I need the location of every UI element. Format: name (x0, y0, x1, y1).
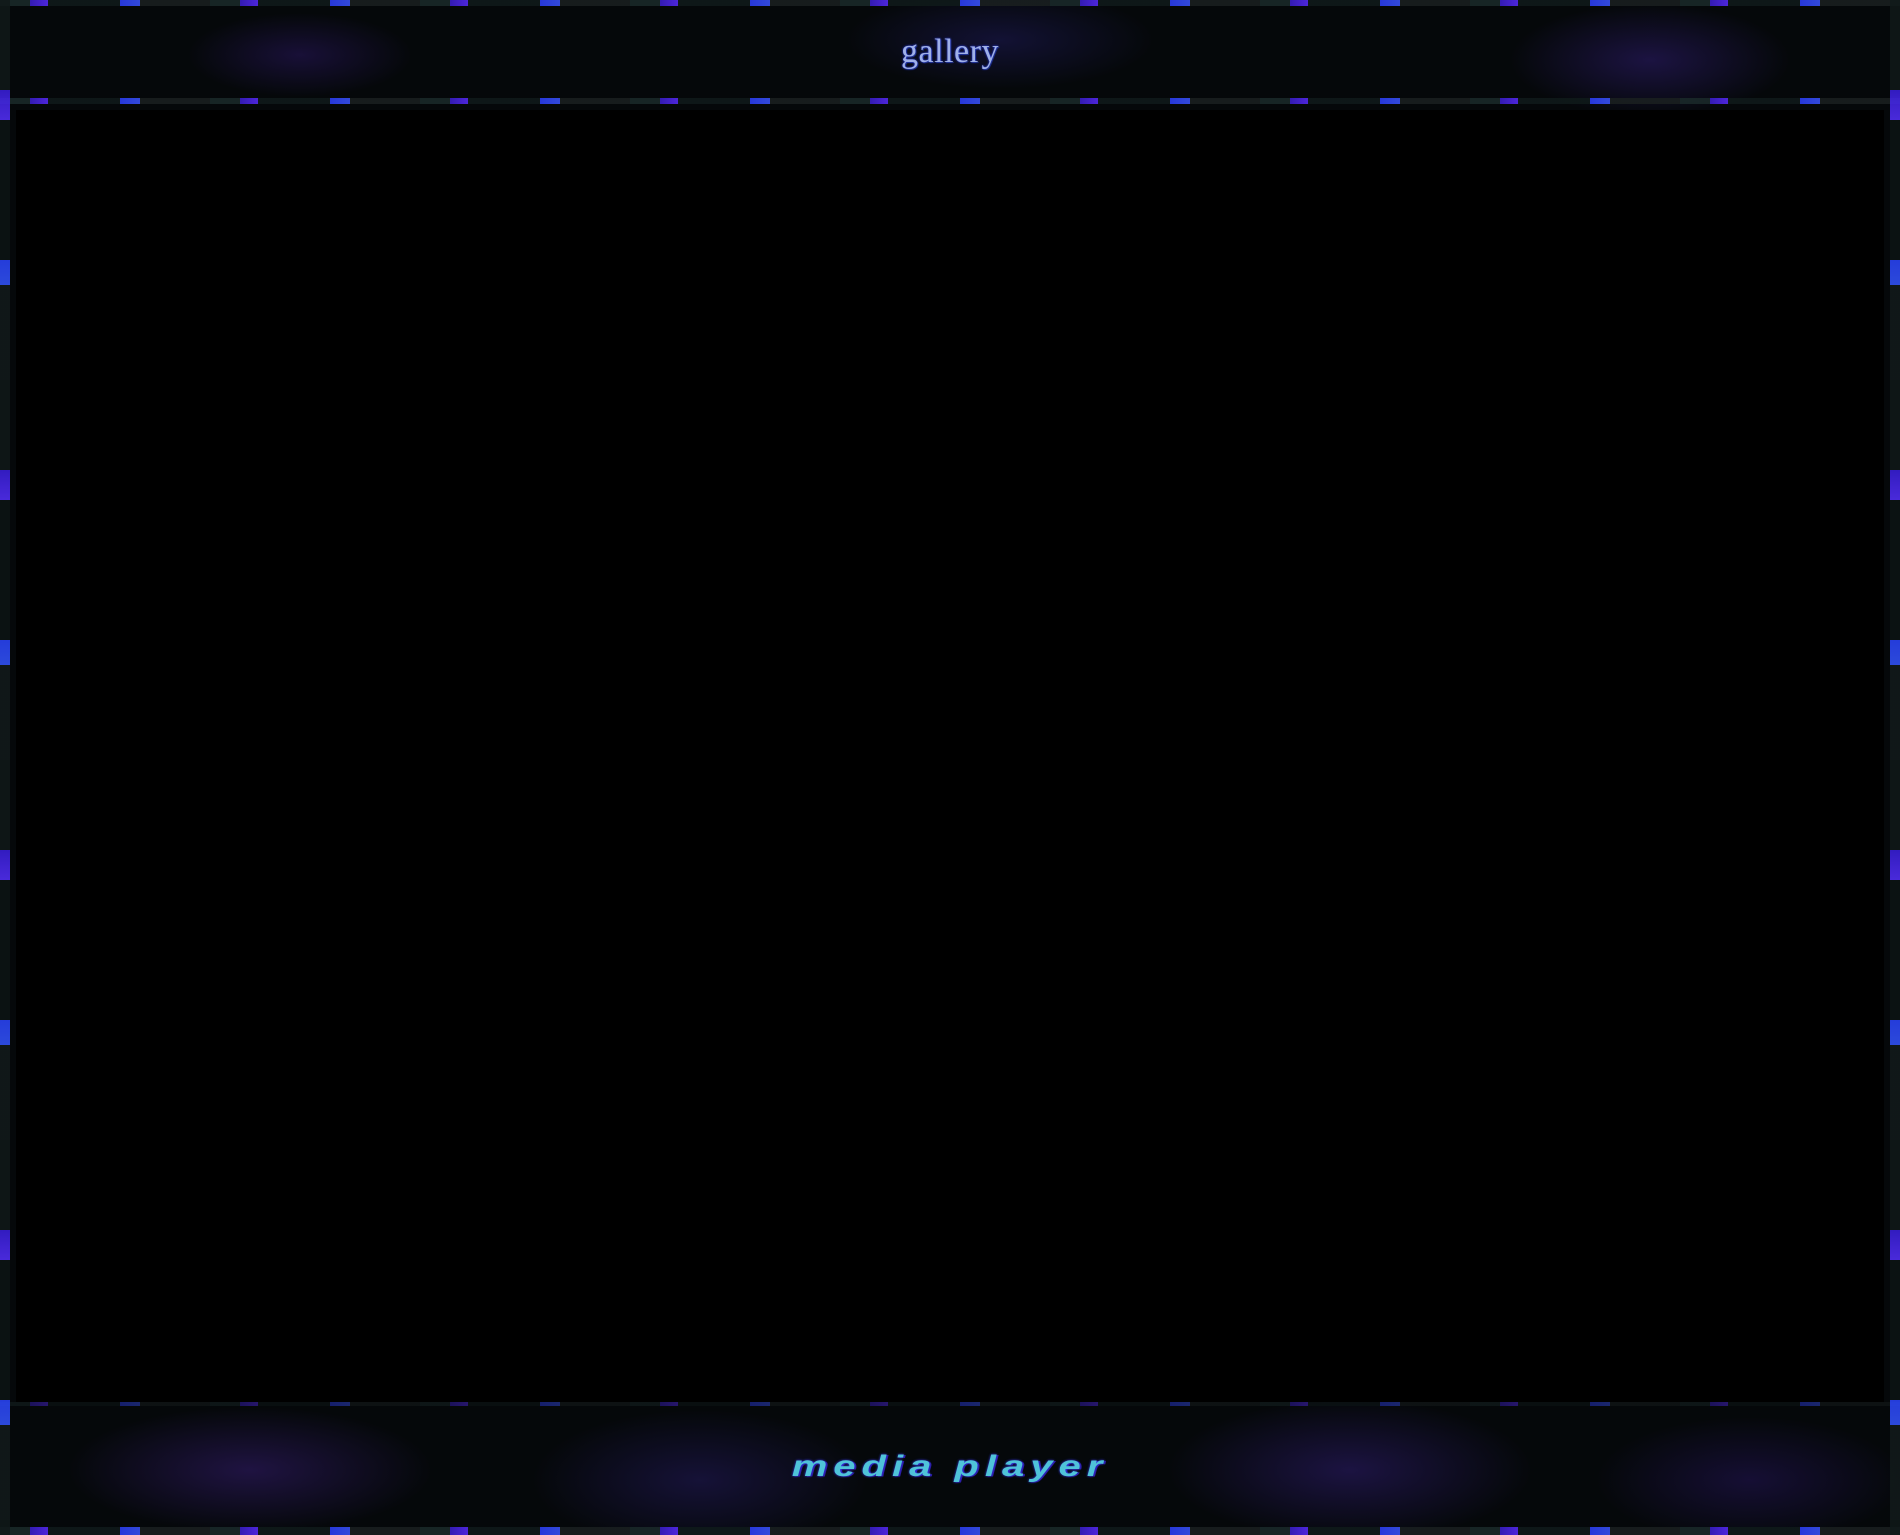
frame-border-right (1890, 0, 1900, 1535)
header-bar: gallery (0, 6, 1900, 98)
frame-border-bottom (0, 1527, 1900, 1535)
frame-border-left (0, 0, 10, 1535)
gallery-viewer[interactable] (16, 110, 1884, 1402)
footer-bar: media player (0, 1406, 1900, 1527)
page-title: gallery (901, 33, 999, 70)
header-divider (0, 98, 1900, 104)
media-player-link[interactable]: media player (792, 1450, 1109, 1484)
page-frame: gallery media player (0, 0, 1900, 1535)
